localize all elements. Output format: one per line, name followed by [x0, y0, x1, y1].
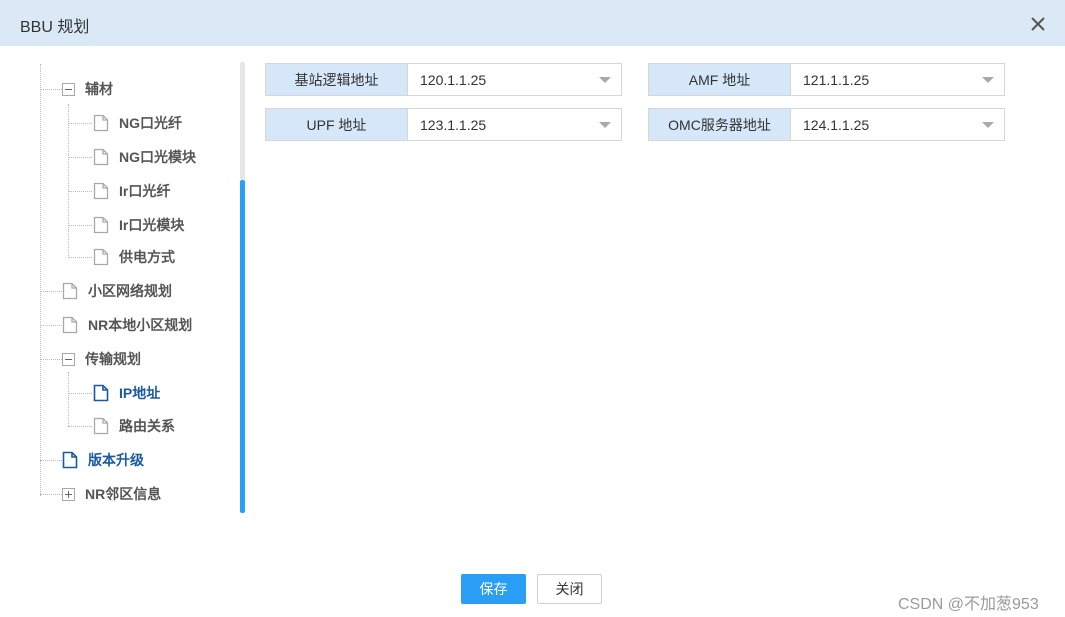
document-icon: [93, 148, 109, 166]
field-label: AMF 地址: [649, 64, 791, 95]
amf-address-select[interactable]: 121.1.1.25: [791, 64, 1004, 95]
tree-item-power-supply[interactable]: 供电方式: [93, 244, 175, 270]
base-station-logical-address-select[interactable]: 120.1.1.25: [408, 64, 621, 95]
document-icon: [93, 384, 109, 402]
tree-item-label: IP地址: [119, 385, 161, 401]
document-icon: [62, 316, 78, 334]
tree-item-ng-fiber[interactable]: NG口光纤: [93, 110, 182, 136]
omc-server-address-field[interactable]: OMC服务器地址 124.1.1.25: [648, 108, 1005, 141]
field-value: 124.1.1.25: [803, 116, 870, 133]
upf-address-field[interactable]: UPF 地址 123.1.1.25: [265, 108, 622, 141]
dropdown-arrow-icon[interactable]: [982, 122, 994, 128]
tree-item-label: Ir口光纤: [119, 183, 171, 199]
navigation-tree: 辅材 NG口光纤 NG口光模块 Ir口光纤 Ir口光模块 供电方式 小区网络规划…: [0, 46, 250, 526]
tree-item-label: 路由关系: [119, 418, 175, 434]
close-button[interactable]: 关闭: [537, 574, 602, 604]
expand-icon[interactable]: [62, 487, 75, 501]
amf-address-field[interactable]: AMF 地址 121.1.1.25: [648, 63, 1005, 96]
document-icon: [93, 216, 109, 234]
tree-item-label: 版本升级: [88, 452, 144, 468]
collapse-icon[interactable]: [62, 352, 75, 366]
tree-item-ir-optical-module[interactable]: Ir口光模块: [93, 212, 184, 238]
tree-item-routing[interactable]: 路由关系: [93, 413, 175, 439]
dialog-title: BBU 规划: [20, 19, 90, 36]
dialog-title-bar: BBU 规划: [0, 0, 1065, 46]
tree-item-label: 辅材: [85, 81, 113, 97]
document-icon: [62, 451, 78, 469]
tree-item-nr-neighbor-info[interactable]: NR邻区信息: [62, 481, 161, 507]
base-station-logical-address-field[interactable]: 基站逻辑地址 120.1.1.25: [265, 63, 622, 96]
tree-item-label: Ir口光模块: [119, 217, 185, 233]
tree-item-label: 供电方式: [119, 249, 175, 265]
scrollbar-thumb[interactable]: [240, 180, 245, 513]
tree-item-nr-local-cell-planning[interactable]: NR本地小区规划: [62, 312, 192, 338]
upf-address-select[interactable]: 123.1.1.25: [408, 109, 621, 140]
field-label: UPF 地址: [266, 109, 408, 140]
document-icon: [62, 282, 78, 300]
dropdown-arrow-icon[interactable]: [599, 122, 611, 128]
tree-item-label: NG口光纤: [119, 115, 182, 131]
field-value: 120.1.1.25: [420, 71, 487, 88]
tree-item-label: NR本地小区规划: [88, 317, 193, 333]
tree-item-label: 小区网络规划: [88, 283, 172, 299]
field-label: 基站逻辑地址: [266, 64, 408, 95]
tree-item-label: 传输规划: [85, 351, 141, 367]
tree-item-cell-network-planning[interactable]: 小区网络规划: [62, 278, 172, 304]
tree-item-transmission-planning[interactable]: 传输规划: [62, 346, 141, 372]
document-icon: [93, 248, 109, 266]
tree-item-ng-optical-module[interactable]: NG口光模块: [93, 144, 196, 170]
tree-item-label: NR邻区信息: [85, 486, 162, 502]
tree-item-version-upgrade[interactable]: 版本升级: [62, 447, 144, 473]
omc-server-address-select[interactable]: 124.1.1.25: [791, 109, 1004, 140]
tree-item-ip-address[interactable]: IP地址: [93, 380, 160, 406]
document-icon: [93, 417, 109, 435]
document-icon: [93, 114, 109, 132]
tree-item-auxiliary-materials[interactable]: 辅材: [62, 76, 113, 102]
watermark: CSDN @不加葱953: [898, 596, 1039, 613]
field-value: 123.1.1.25: [420, 116, 487, 133]
document-icon: [93, 182, 109, 200]
tree-item-ir-fiber[interactable]: Ir口光纤: [93, 178, 170, 204]
field-value: 121.1.1.25: [803, 71, 870, 88]
collapse-icon[interactable]: [62, 82, 75, 96]
field-label: OMC服务器地址: [649, 109, 791, 140]
tree-item-label: NG口光模块: [119, 149, 196, 165]
scrollbar-track[interactable]: [240, 62, 245, 180]
save-button[interactable]: 保存: [461, 574, 526, 604]
close-icon[interactable]: [1029, 15, 1047, 33]
dropdown-arrow-icon[interactable]: [982, 77, 994, 83]
dropdown-arrow-icon[interactable]: [599, 77, 611, 83]
